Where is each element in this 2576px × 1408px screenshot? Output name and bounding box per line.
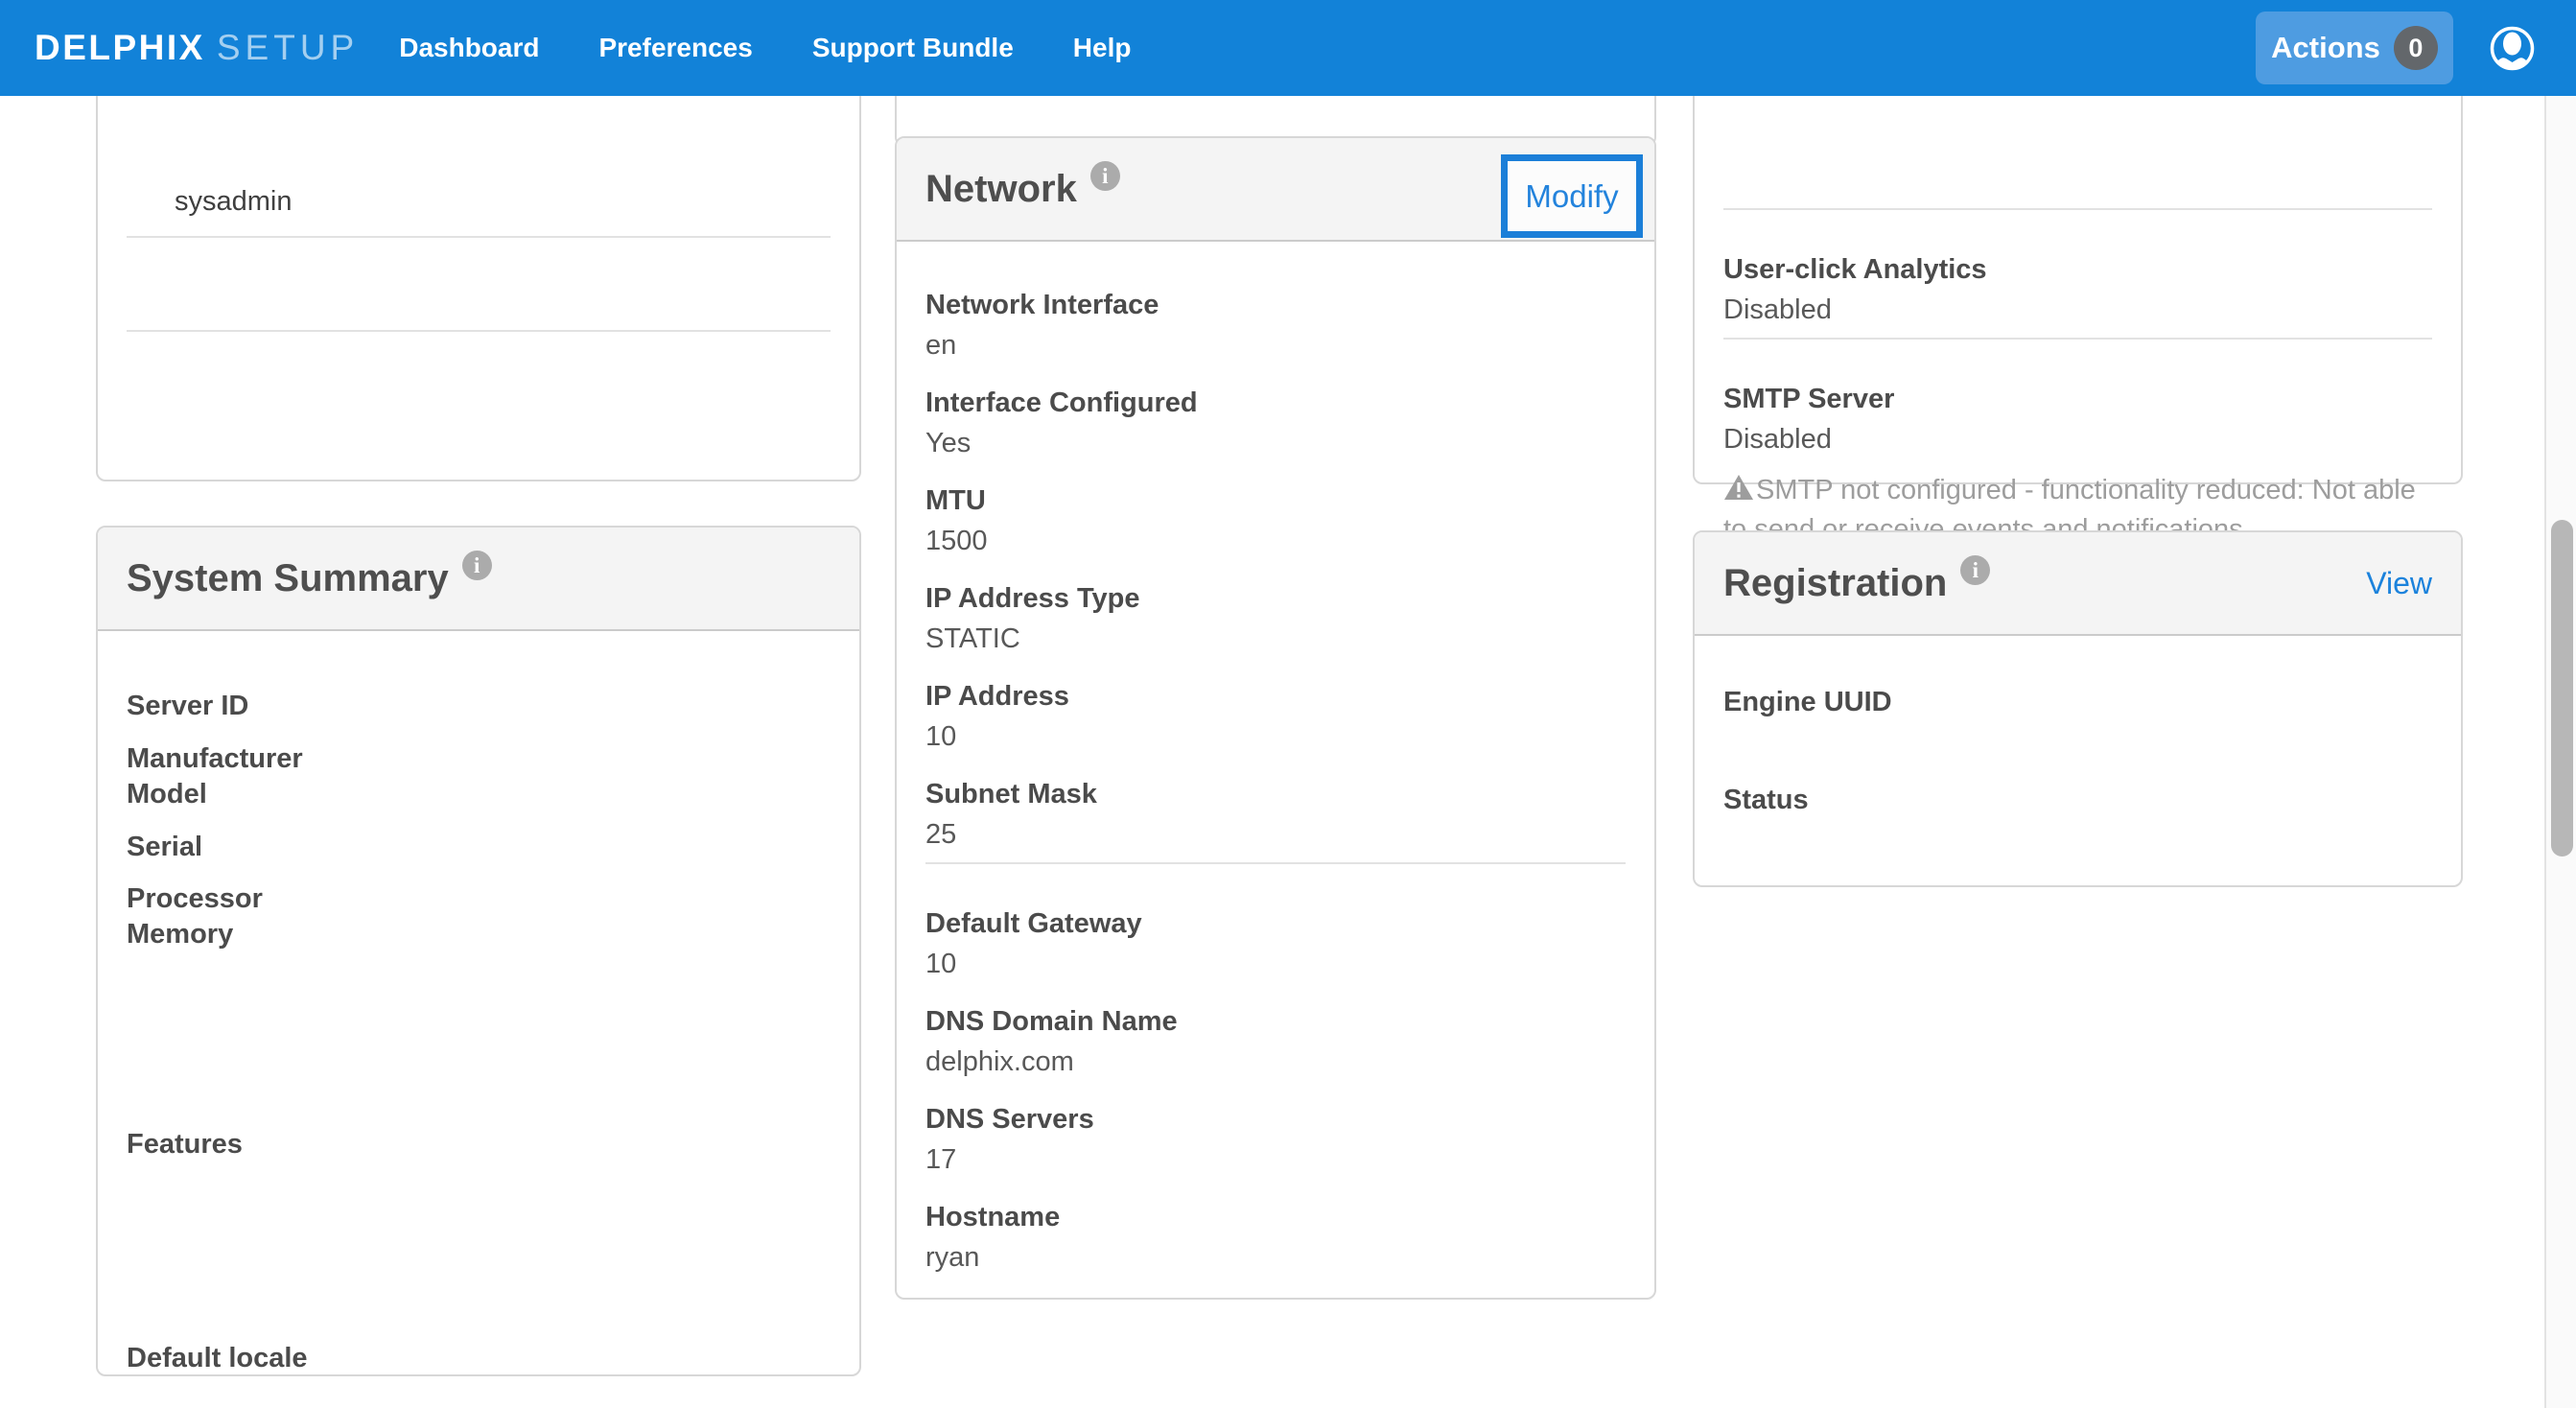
info-icon[interactable]: i — [1960, 555, 1990, 585]
scrollbar-thumb[interactable] — [2551, 520, 2573, 857]
field-ip-address-type: IP Address Type STATIC — [925, 578, 1626, 659]
nav-item-help[interactable]: Help — [1073, 33, 1132, 63]
field-label-engine-uuid: Engine UUID — [1723, 682, 2432, 722]
field-mtu: MTU 1500 — [925, 481, 1626, 561]
field-label-features: Features — [127, 1124, 831, 1164]
field-label-default-locale: Default locale — [127, 1338, 831, 1378]
delphix-setup-logo: DELPHIX SETUP — [35, 28, 359, 68]
field-interface-configured: Interface Configured Yes — [925, 383, 1626, 463]
divider — [1723, 338, 2432, 340]
scrollbar-track[interactable] — [2544, 96, 2576, 1408]
dashboard-content: sysadmin System Summary i Server ID Manu… — [0, 96, 2576, 1408]
field-network-interface: Network Interface en — [925, 285, 1626, 365]
registration-header: Registration i View — [1695, 532, 2461, 636]
field-label-status: Status — [1723, 780, 2432, 820]
field-label-processor: Processor — [127, 879, 831, 919]
info-icon[interactable]: i — [1090, 161, 1120, 191]
modify-button[interactable]: Modify — [1501, 154, 1643, 238]
modify-button-label: Modify — [1525, 178, 1618, 215]
engine-status-card: User-click Analytics Disabled SMTP Serve… — [1693, 96, 2463, 484]
field-label-smtp-server: SMTP Server — [1723, 379, 2432, 419]
actions-button[interactable]: Actions 0 — [2256, 12, 2453, 84]
system-summary-card: System Summary i Server ID Manufacturer … — [96, 526, 861, 1376]
system-summary-title: System Summary — [127, 557, 449, 600]
top-nav: DELPHIX SETUP Dashboard Preferences Supp… — [0, 0, 2576, 96]
divider — [127, 330, 831, 332]
field-dns-servers: DNS Servers 17 — [925, 1099, 1626, 1180]
field-hostname: Hostname ryan — [925, 1197, 1626, 1278]
field-default-gateway: Default Gateway 10 — [925, 903, 1626, 984]
field-label-manufacturer: Manufacturer — [127, 739, 831, 779]
user-row-sysadmin[interactable]: sysadmin — [175, 186, 293, 218]
actions-button-label: Actions — [2271, 31, 2380, 65]
nav-item-preferences[interactable]: Preferences — [598, 33, 752, 63]
divider — [1723, 208, 2432, 210]
nav-menu: Dashboard Preferences Support Bundle Hel… — [399, 33, 1131, 63]
nav-item-dashboard[interactable]: Dashboard — [399, 33, 539, 63]
field-dns-domain-name: DNS Domain Name delphix.com — [925, 1001, 1626, 1082]
registration-title: Registration — [1723, 562, 1947, 605]
field-subnet-mask: Subnet Mask 25 — [925, 774, 1626, 855]
registration-card: Registration i View Engine UUID Status — [1693, 530, 2463, 887]
brand-primary: DELPHIX — [35, 28, 205, 68]
brand-secondary: SETUP — [217, 28, 359, 68]
network-title: Network — [925, 168, 1077, 211]
view-link[interactable]: View — [2366, 566, 2432, 601]
field-label-server-id: Server ID — [127, 686, 831, 726]
actions-count-badge: 0 — [2394, 26, 2438, 70]
divider — [127, 236, 831, 238]
field-label-serial: Serial — [127, 827, 831, 867]
divider — [925, 862, 1626, 864]
warning-triangle-icon — [1723, 474, 1754, 511]
network-card: Network i Modify Network Interface en In… — [895, 136, 1656, 1300]
info-icon[interactable]: i — [462, 551, 492, 580]
field-ip-address: IP Address 10 — [925, 676, 1626, 757]
nav-item-support-bundle[interactable]: Support Bundle — [812, 33, 1014, 63]
field-value-smtp-server: Disabled — [1723, 419, 2432, 459]
system-summary-header: System Summary i — [98, 528, 859, 631]
users-card: sysadmin — [96, 96, 861, 481]
field-label-user-click-analytics: User-click Analytics — [1723, 249, 2432, 290]
user-avatar-icon[interactable] — [2490, 26, 2535, 71]
network-header: Network i Modify — [897, 138, 1654, 242]
field-label-model: Model — [127, 774, 831, 814]
network-body: Network Interface en Interface Configure… — [897, 242, 1654, 1278]
field-label-memory: Memory — [127, 914, 831, 954]
field-value-user-click-analytics: Disabled — [1723, 290, 2432, 330]
